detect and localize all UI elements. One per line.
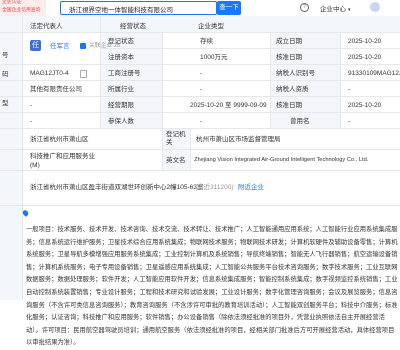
nearby-companies-link[interactable]: 附近企业 bbox=[238, 183, 264, 192]
row4-label1: 所属行业 bbox=[108, 86, 134, 93]
question-icon[interactable]: ? bbox=[300, 3, 309, 12]
left-label-cut-1: 号 bbox=[2, 52, 9, 59]
search-input[interactable]: 浙江視界空地一体智能科技有限公司 bbox=[60, 1, 217, 15]
header-legal-rep: 法定代表人 bbox=[30, 23, 63, 30]
row1-label2: 成立日期 bbox=[276, 38, 302, 45]
row6-label1: 参保人数 bbox=[108, 118, 134, 125]
english-name-value: Zhejiang Vision Integrated Air-Ground In… bbox=[194, 157, 369, 163]
search-value: 浙江視界空地一体智能科技有限公司 bbox=[69, 7, 173, 14]
verify-badge[interactable]: 企业认证 全国企业信用查询 bbox=[0, 0, 46, 16]
header-biz-status: 经营状态 bbox=[120, 23, 146, 30]
english-name-label: 英文名 bbox=[166, 157, 186, 164]
industry-text: 科技推广和应用服务业 bbox=[30, 153, 95, 160]
row5-label2: 核准日期 bbox=[276, 102, 302, 109]
legal-rep-avatar: 任 bbox=[30, 40, 41, 51]
row4-value2: - bbox=[348, 86, 351, 93]
row2-label1: 注册资本 bbox=[108, 54, 134, 61]
enterprise-center-menu[interactable]: 企业中心 ▾ bbox=[320, 3, 351, 13]
top-bar: 企业认证 全国企业信用查询 浙江視界空地一体智能科技有限公司 查一下 ? 企业中… bbox=[0, 0, 400, 16]
postal-code-badge: (附近311200) bbox=[195, 184, 234, 191]
row2-label2: 核准日期 bbox=[276, 54, 302, 61]
row6-value2: - bbox=[348, 118, 351, 125]
search-button[interactable]: 查一下 bbox=[217, 1, 241, 15]
industry-code: (M) bbox=[30, 162, 40, 169]
related-badge-icon bbox=[80, 43, 86, 49]
row1-label1: 登记状态 bbox=[108, 38, 134, 45]
row5-value2: 2025-10-20 bbox=[348, 102, 382, 109]
row6-label2: 曾用名 bbox=[290, 118, 310, 125]
legal-rep-name[interactable]: 任军言 bbox=[50, 42, 70, 51]
copy-icon[interactable] bbox=[80, 70, 87, 78]
row5-left-value: - bbox=[30, 102, 33, 109]
region-text: 浙江省杭州市萧山区 bbox=[30, 136, 89, 143]
row5-value1: 2025-10-20 至 9999-09-09 bbox=[190, 102, 267, 109]
badge-line-1: 企业认证 bbox=[2, 0, 22, 5]
badge-line-2: 全国企业信用查询 bbox=[2, 8, 41, 13]
row4-left-value: 其他有限责任公司 bbox=[30, 86, 82, 93]
user-avatar[interactable] bbox=[370, 2, 380, 12]
chevron-down-icon: ▾ bbox=[348, 7, 351, 13]
enterprise-center-label: 企业中心 bbox=[320, 6, 346, 13]
row4-label2: 纳税人资质 bbox=[276, 86, 309, 93]
business-scope-text: 一般项目：技术服务、技术开发、技术咨询、技术交流、技术转让、技术推广；人工智能通… bbox=[26, 226, 398, 347]
row4-value1: - bbox=[200, 86, 203, 93]
left-label-cut-2: 码 bbox=[2, 71, 9, 78]
row6-value1: - bbox=[200, 118, 203, 125]
address-text: 浙江省杭州市萧山区盈丰街道双湖世环创新中心2幢105-63室 bbox=[30, 184, 204, 191]
row2-value2: 2025-10-20 bbox=[348, 54, 382, 61]
row3-value2: 91330109MAG12JT bbox=[348, 70, 400, 77]
left-label-cut-3: 型 bbox=[2, 100, 9, 107]
row6-left-value: - bbox=[30, 118, 33, 125]
row2-value1: 1000万元 bbox=[200, 54, 228, 61]
row1-value1: 存续 bbox=[200, 38, 213, 45]
row3-value1: - bbox=[200, 70, 203, 77]
row3-left-value: MAG12JT0-4 bbox=[30, 70, 69, 77]
row5-label1: 经营期限 bbox=[108, 102, 134, 109]
registration-authority-value: 杭州市萧山区市场监督管理局 bbox=[196, 136, 281, 143]
row3-label2: 纳税人识别号 bbox=[276, 70, 315, 77]
row3-label1: 工商注册号 bbox=[108, 70, 141, 77]
row1-value2: 2025-10-20 bbox=[348, 38, 382, 45]
registration-authority-label: 登记机关 bbox=[166, 131, 186, 146]
header-enterprise-type: 企业类型 bbox=[198, 23, 224, 30]
